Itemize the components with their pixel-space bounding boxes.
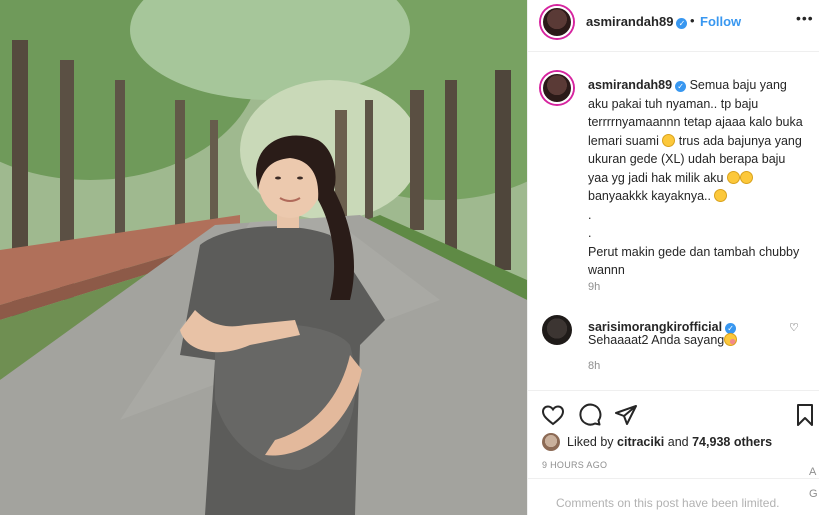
edge-char-g: G: [809, 488, 818, 500]
bookmark-icon[interactable]: [793, 403, 817, 427]
caption-verified-badge-icon: ✓: [675, 81, 687, 92]
author-username-row[interactable]: asmirandah89 ✓: [586, 14, 688, 29]
liker-avatar[interactable]: [542, 433, 560, 451]
grin-emoji-icon: [662, 133, 676, 147]
follow-button[interactable]: Follow: [700, 14, 741, 29]
share-icon[interactable]: [614, 403, 638, 427]
laugh-emoji-icon: [739, 170, 753, 184]
verified-badge-icon: ✓: [676, 18, 688, 29]
caption-avatar[interactable]: [541, 72, 573, 104]
caption-text: asmirandah89 ✓ Semua baju yang aku pakai …: [588, 76, 808, 280]
author-username[interactable]: asmirandah89: [586, 14, 673, 29]
sweat-emoji-icon: [726, 170, 740, 184]
post-time-ago[interactable]: 9 HOURS AGO: [542, 460, 607, 470]
liker-username[interactable]: citraciki: [617, 435, 664, 449]
comment-icon[interactable]: [578, 403, 602, 427]
comment-like-heart-icon[interactable]: ♡: [789, 321, 799, 334]
action-bar: [528, 390, 819, 430]
heart-icon[interactable]: [541, 403, 565, 427]
comments-limited-notice: Comments on this post have been limited.: [528, 478, 819, 515]
caption-username[interactable]: asmirandah89: [588, 78, 672, 92]
caption-time[interactable]: 9h: [588, 281, 600, 293]
comments-limited-text: Comments on this post have been limited.: [556, 496, 780, 510]
commenter-avatar[interactable]: [542, 315, 572, 345]
photo-illustration: [0, 0, 527, 515]
comment-text: Sehaaaat2 Anda sayang: [588, 333, 725, 347]
likes-middle: and: [664, 435, 693, 449]
post-photo[interactable]: [0, 0, 527, 515]
commenter-username-row[interactable]: sarisimorangkirofficial ✓: [588, 320, 737, 334]
kiss-emoji-icon: [724, 333, 738, 346]
likes-count[interactable]: 74,938 others: [692, 435, 772, 449]
more-options-icon[interactable]: •••: [796, 10, 814, 26]
comment-text-row: Sehaaaat2 Anda sayang: [588, 333, 738, 347]
post-side-panel: asmirandah89 ✓ • Follow ••• asmirandah89 ✓…: [527, 0, 819, 515]
comment-time[interactable]: 8h: [588, 360, 600, 372]
edge-char-a: A: [809, 466, 817, 478]
likes-summary: Liked by citraciki and 74,938 others: [542, 433, 812, 453]
separator-dot: •: [690, 13, 695, 28]
post-header: asmirandah89 ✓ • Follow •••: [528, 0, 819, 52]
smile-emoji-icon: [714, 189, 728, 202]
commenter-username[interactable]: sarisimorangkirofficial: [588, 320, 722, 334]
likes-text: Liked by citraciki and 74,938 others: [567, 435, 772, 449]
likes-prefix: Liked by: [567, 435, 618, 449]
author-avatar[interactable]: [541, 6, 573, 38]
caption-line-4: . . Perut makin gede dan tambah chubby w…: [588, 207, 800, 278]
